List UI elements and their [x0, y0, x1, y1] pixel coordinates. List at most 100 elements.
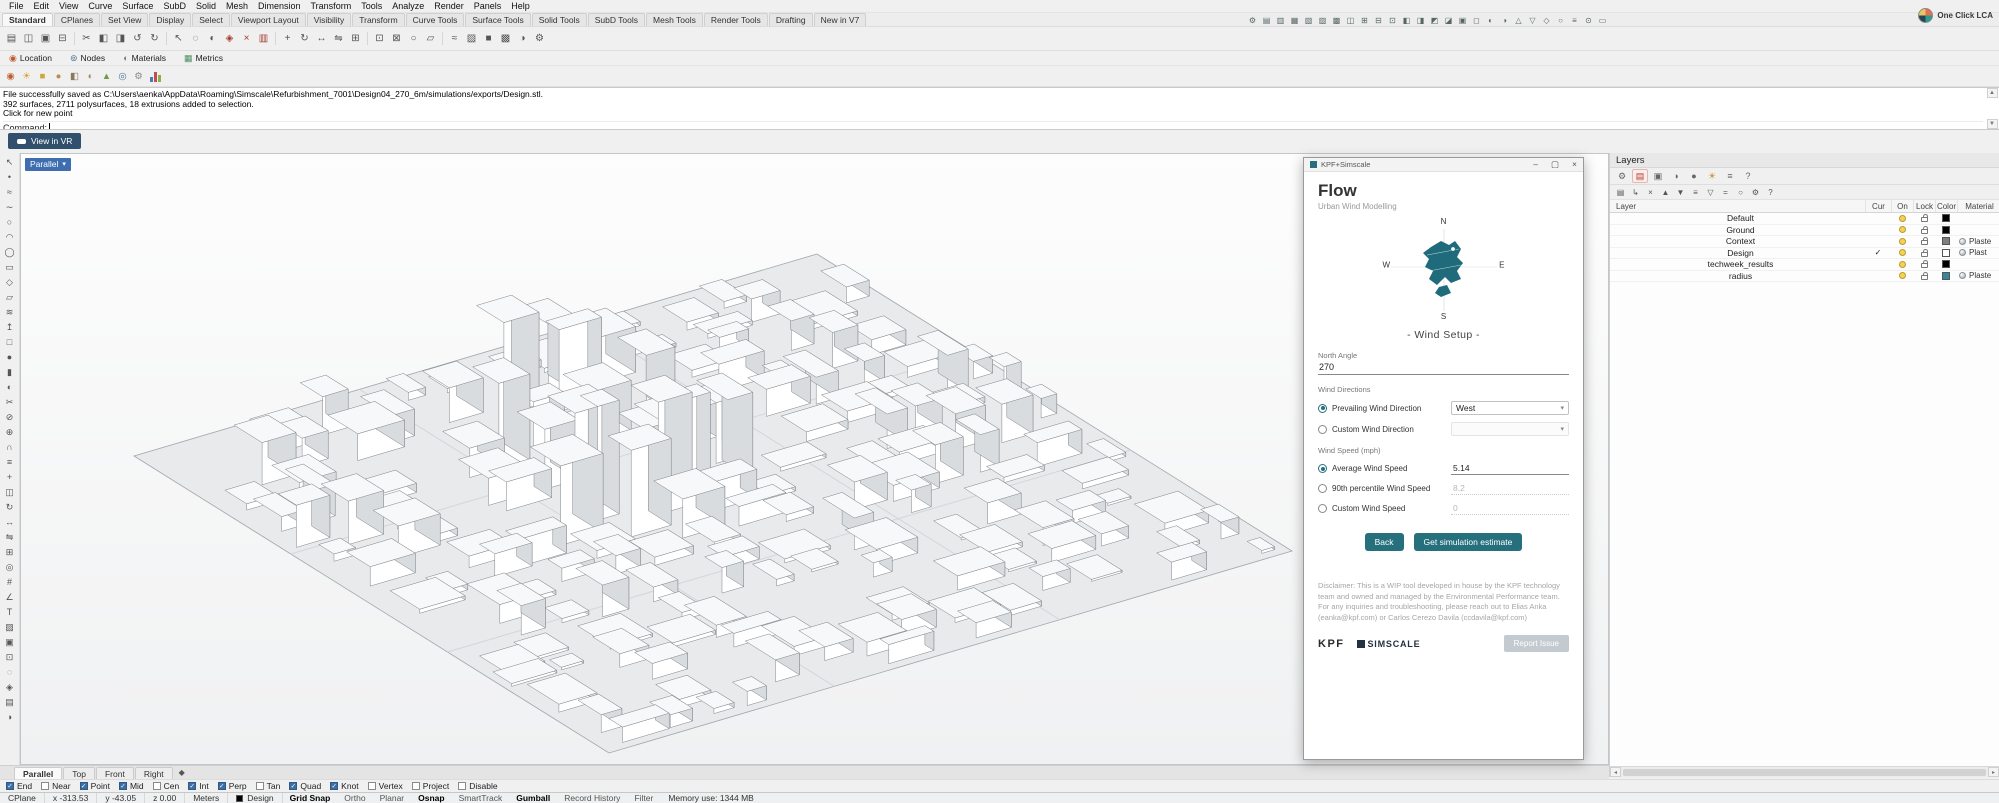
- scale-icon[interactable]: ↔: [313, 30, 330, 47]
- extrude-icon[interactable]: ↥: [2, 320, 17, 334]
- panel-toggle-icon-17[interactable]: ◐: [1484, 14, 1497, 27]
- rectangle-icon[interactable]: ▭: [2, 260, 17, 274]
- hatch-icon[interactable]: ▨: [2, 620, 17, 634]
- layer-name[interactable]: radius: [1610, 271, 1865, 281]
- render-tool-icon[interactable]: ◑: [514, 30, 531, 47]
- minimize-button[interactable]: –: [1533, 159, 1538, 170]
- cplane-pane[interactable]: CPlane: [0, 793, 45, 803]
- layer-color-swatch[interactable]: [1942, 260, 1950, 268]
- delete-icon[interactable]: ×: [238, 30, 255, 47]
- scrollbar-thumb[interactable]: [1623, 769, 1986, 776]
- move-layer-down-icon[interactable]: ▼: [1674, 186, 1687, 198]
- viewport-tab-top[interactable]: Top: [63, 767, 95, 779]
- copy-tool-icon[interactable]: ◫: [2, 485, 17, 499]
- tools-icon[interactable]: ⚙: [131, 69, 146, 84]
- get-simulation-estimate-button[interactable]: Get simulation estimate: [1414, 533, 1523, 551]
- panel-toggle-icon-14[interactable]: ◪: [1442, 14, 1455, 27]
- options-icon[interactable]: ⚙: [531, 30, 548, 47]
- panel-toggle-icon-5[interactable]: ▨: [1316, 14, 1329, 27]
- layer-on-cell[interactable]: [1891, 238, 1913, 245]
- toolbar-tab-transform[interactable]: Transform: [352, 13, 404, 26]
- select-rect-icon[interactable]: ↖: [170, 30, 187, 47]
- material-sphere-icon[interactable]: ●: [51, 69, 66, 84]
- layer-lock-cell[interactable]: [1913, 237, 1935, 245]
- ellipse-icon[interactable]: ◯: [2, 245, 17, 259]
- panel-toggle-icon-1[interactable]: ▤: [1260, 14, 1273, 27]
- lock-object-icon[interactable]: ◈: [2, 680, 17, 694]
- mirror-tool-icon[interactable]: ⇋: [2, 530, 17, 544]
- layer-lock-cell[interactable]: [1913, 214, 1935, 222]
- new-sublayer-icon[interactable]: ↳: [1629, 186, 1642, 198]
- copy-icon[interactable]: ◧: [95, 30, 112, 47]
- zoom-window-icon[interactable]: ⊠: [388, 30, 405, 47]
- command-input[interactable]: Command:: [3, 121, 1983, 131]
- osnap-toggle[interactable]: Osnap: [411, 793, 451, 803]
- toolbar-tab-mesh-tools[interactable]: Mesh Tools: [646, 13, 703, 26]
- unlock-icon[interactable]: [1921, 217, 1928, 222]
- osnap-tan-label[interactable]: Tan: [267, 781, 281, 791]
- panel-toggle-icon-4[interactable]: ▧: [1302, 14, 1315, 27]
- panel-toggle-icon-6[interactable]: ▩: [1330, 14, 1343, 27]
- menu-edit[interactable]: Edit: [29, 1, 55, 11]
- location-button[interactable]: ◉Location: [4, 51, 57, 66]
- osnap-vertex-checkbox[interactable]: [368, 782, 376, 790]
- surface-tool-icon[interactable]: ▨: [463, 30, 480, 47]
- toolbar-tab-curve-tools[interactable]: Curve Tools: [406, 13, 465, 26]
- layer-on-cell[interactable]: [1891, 272, 1913, 279]
- layer-settings-icon[interactable]: ⚙: [1749, 186, 1762, 198]
- camera-icon[interactable]: ◧: [67, 69, 82, 84]
- report-issue-button[interactable]: Report Issue: [1504, 635, 1569, 652]
- visibility-icon[interactable]: ◐: [204, 30, 221, 47]
- hide-object-icon[interactable]: ◌: [2, 665, 17, 679]
- new-file-icon[interactable]: ▤: [3, 30, 20, 47]
- layer-color-cell[interactable]: [1935, 237, 1957, 245]
- move-icon[interactable]: +: [279, 30, 296, 47]
- layer-current-cell[interactable]: ✓: [1865, 248, 1891, 257]
- menu-surface[interactable]: Surface: [117, 1, 158, 11]
- lightbulb-icon[interactable]: [1899, 249, 1906, 256]
- panel-toggle-icon-20[interactable]: ▽: [1526, 14, 1539, 27]
- toolbar-tab-new-in-v7[interactable]: New in V7: [814, 13, 867, 26]
- unlock-icon[interactable]: [1921, 240, 1928, 245]
- named-view-icon[interactable]: ▱: [422, 30, 439, 47]
- dimension-icon[interactable]: ∠: [2, 590, 17, 604]
- cplane-icon[interactable]: #: [2, 575, 17, 589]
- geometry-cube-icon[interactable]: ■: [35, 69, 50, 84]
- box-icon[interactable]: □: [2, 335, 17, 349]
- panel-toggle-icon-16[interactable]: ◻: [1470, 14, 1483, 27]
- toolbar-tab-viewport-layout[interactable]: Viewport Layout: [231, 13, 306, 26]
- fillet-icon[interactable]: ∩: [2, 440, 17, 454]
- scroll-right-icon[interactable]: ▸: [1988, 767, 1999, 777]
- back-button[interactable]: Back: [1365, 533, 1404, 551]
- layer-color-swatch[interactable]: [1942, 249, 1950, 257]
- panel-toggle-icon-13[interactable]: ◩: [1428, 14, 1441, 27]
- viewport-tab-right[interactable]: Right: [135, 767, 173, 779]
- osnap-mid-label[interactable]: Mid: [130, 781, 144, 791]
- display-panel-icon[interactable]: ▣: [1650, 169, 1666, 183]
- cut-icon[interactable]: ✂: [78, 30, 95, 47]
- osnap-knot-checkbox[interactable]: ✓: [330, 782, 338, 790]
- mirror-icon[interactable]: ⇋: [330, 30, 347, 47]
- osnap-quad-label[interactable]: Quad: [300, 781, 321, 791]
- layer-color-cell[interactable]: [1935, 249, 1957, 257]
- panel-toggle-icon-9[interactable]: ⊟: [1372, 14, 1385, 27]
- layer-color-cell[interactable]: [1935, 226, 1957, 234]
- rendering-panel-icon[interactable]: ◑: [1668, 169, 1684, 183]
- nodes-button[interactable]: ⊚Nodes: [65, 51, 110, 66]
- select-brush-icon[interactable]: ◌: [187, 30, 204, 47]
- redo-icon[interactable]: ↻: [146, 30, 163, 47]
- arc-icon[interactable]: ◠: [2, 230, 17, 244]
- sun-panel-icon[interactable]: ☀: [1704, 169, 1720, 183]
- smarttrack-toggle[interactable]: SmartTrack: [452, 793, 510, 803]
- new-layer-icon[interactable]: ▤: [1614, 186, 1627, 198]
- dialog-titlebar[interactable]: KPF+Simscale – ▢ ×: [1304, 158, 1583, 172]
- boolean-icon[interactable]: ◐: [2, 380, 17, 394]
- toolbar-tab-visibility[interactable]: Visibility: [307, 13, 352, 26]
- toolbar-tab-render-tools[interactable]: Render Tools: [704, 13, 768, 26]
- viewport-tab-parallel[interactable]: Parallel: [14, 767, 62, 779]
- unlock-icon[interactable]: [1921, 229, 1928, 234]
- menu-render[interactable]: Render: [429, 1, 469, 11]
- undo-icon[interactable]: ↺: [129, 30, 146, 47]
- point-icon[interactable]: •: [2, 170, 17, 184]
- osnap-perp-label[interactable]: Perp: [229, 781, 247, 791]
